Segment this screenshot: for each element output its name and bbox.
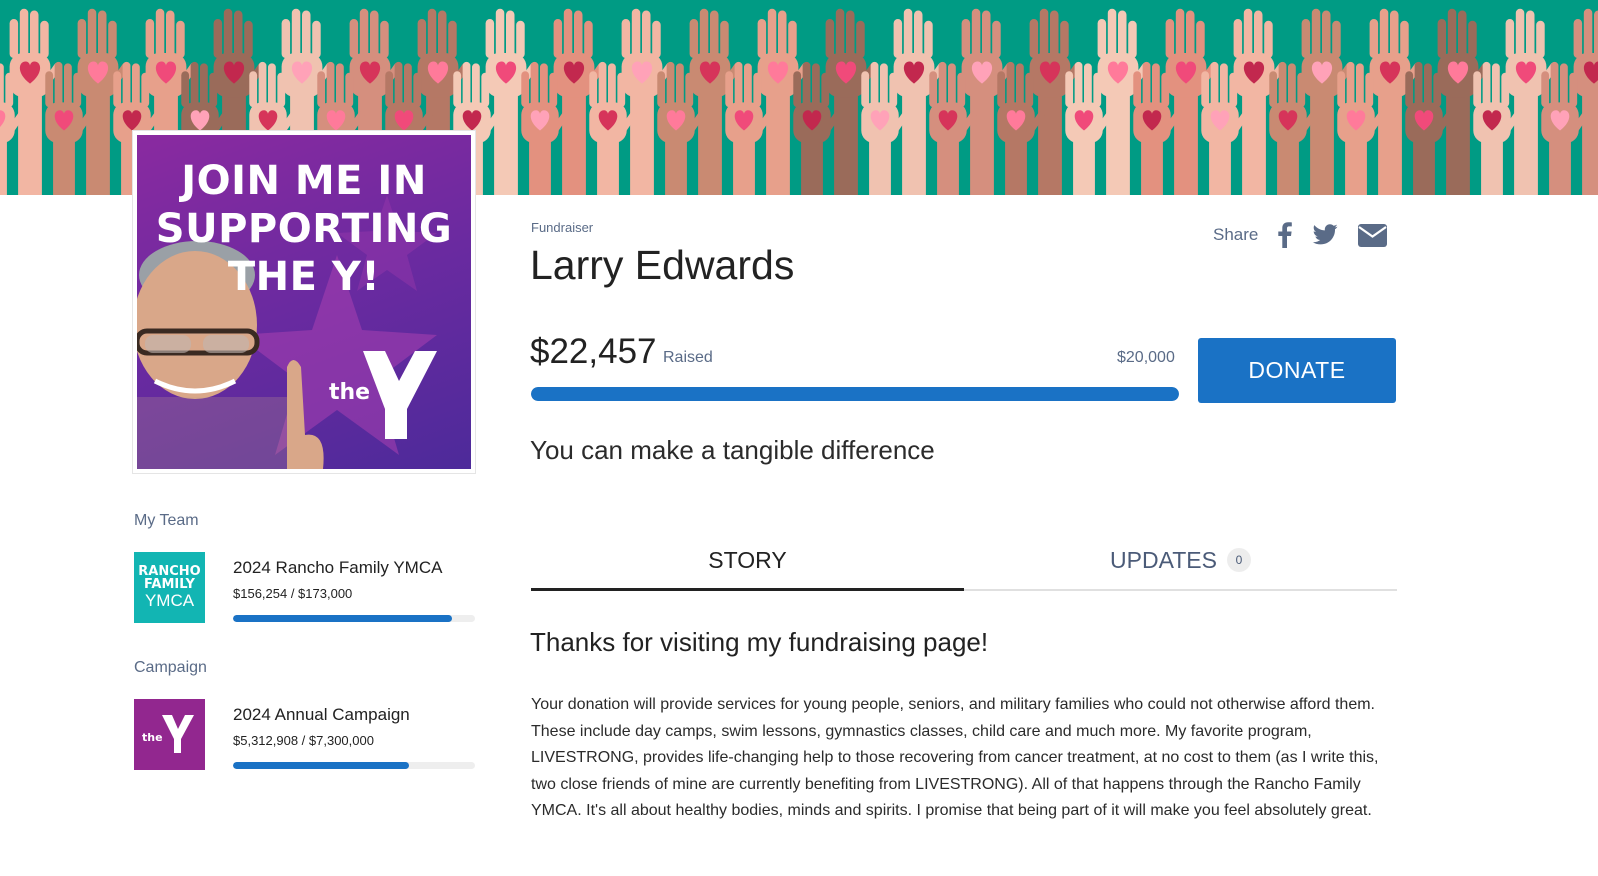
my-team-heading: My Team <box>134 512 199 529</box>
share-label: Share <box>1213 225 1259 244</box>
tab-updates[interactable]: UPDATES 0 <box>964 531 1397 589</box>
team-card[interactable]: RANCHO FAMILY YMCA 2024 Rancho Family YM… <box>134 552 476 624</box>
team-logo-line: RANCHO <box>138 563 201 579</box>
campaign-progress-bar <box>233 762 475 769</box>
team-progress-bar <box>233 615 475 622</box>
tab-story[interactable]: STORY <box>531 531 964 591</box>
raised-label: Raised <box>663 349 713 366</box>
team-logo-line: YMCA <box>144 590 195 610</box>
story-body: Your donation will provide services for … <box>531 696 1379 820</box>
campaign-name-link[interactable]: 2024 Annual Campaign <box>233 705 410 725</box>
fundraiser-name: Larry Edwards <box>530 242 795 288</box>
photo-headline: JOIN ME IN SUPPORTING THE Y! <box>137 157 471 301</box>
tab-story-label: STORY <box>708 546 787 573</box>
fundraiser-progress-bar <box>531 387 1179 401</box>
raised-hand-icon <box>1573 8 1598 195</box>
campaign-amount: $5,312,908 / $7,300,000 <box>233 733 374 748</box>
campaign-card[interactable]: the 2024 Annual Campaign $5,312,908 / $7… <box>134 699 476 771</box>
twitter-icon[interactable] <box>1312 224 1338 246</box>
fundraiser-progress-fill <box>531 387 1179 401</box>
campaign-logo[interactable]: the <box>134 699 205 770</box>
campaign-progress-fill <box>233 762 410 769</box>
content-tabs: STORY UPDATES 0 <box>531 531 1397 591</box>
donate-button[interactable]: DONATE <box>1198 338 1396 403</box>
photo-headline-line: JOIN ME IN <box>181 158 427 204</box>
email-icon[interactable] <box>1358 223 1388 247</box>
facebook-icon[interactable] <box>1278 222 1293 248</box>
photo-headline-line: THE Y! <box>227 254 381 300</box>
tagline: You can make a tangible difference <box>530 435 935 465</box>
ymca-logo-icon: the <box>142 715 194 753</box>
team-logo[interactable]: RANCHO FAMILY YMCA <box>134 552 205 623</box>
photo-logo-text: the <box>329 380 370 405</box>
team-amount: $156,254 / $173,000 <box>233 586 353 601</box>
raised-amount: $22,457 <box>530 332 657 371</box>
team-progress-fill <box>233 615 452 622</box>
share-bar: Share <box>1213 222 1388 248</box>
campaign-heading: Campaign <box>134 659 207 676</box>
campaign-logo-text: the <box>142 731 163 744</box>
profile-photo: the JOIN ME IN SUPPORTING THE Y! <box>133 131 475 473</box>
fundraiser-label: Fundraiser <box>531 220 594 235</box>
team-name-link[interactable]: 2024 Rancho Family YMCA <box>233 558 442 578</box>
team-logo-line: FAMILY <box>144 576 195 592</box>
updates-count-badge: 0 <box>1226 548 1251 572</box>
tab-updates-label: UPDATES <box>1110 546 1217 573</box>
photo-headline-line: SUPPORTING <box>155 206 453 252</box>
story-title: Thanks for visiting my fundraising page! <box>530 627 989 657</box>
goal-amount: $20,000 <box>1117 349 1175 366</box>
